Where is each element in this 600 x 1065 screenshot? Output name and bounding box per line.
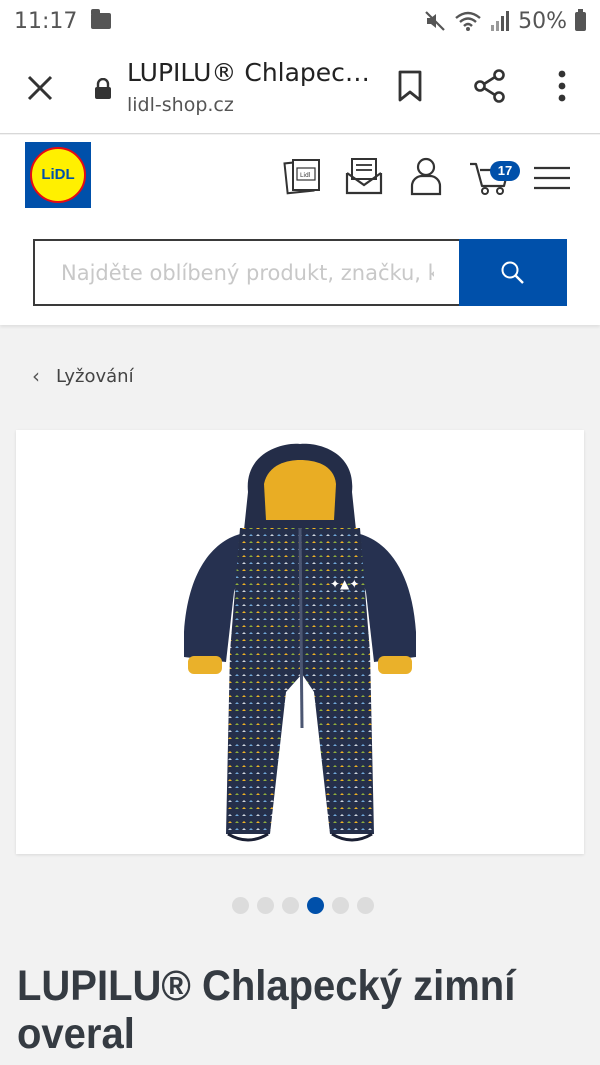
carousel-dot[interactable] — [282, 897, 299, 914]
carousel-dot[interactable] — [357, 897, 374, 914]
carousel-dots[interactable] — [232, 897, 374, 914]
status-time: 11:17 — [14, 8, 78, 34]
product-image-gallery[interactable]: ✦▲✦ — [16, 430, 584, 854]
battery-icon — [575, 8, 586, 31]
carousel-dot[interactable] — [307, 897, 324, 914]
search-input[interactable] — [35, 241, 460, 304]
lidl-logo-ring: LiDL — [30, 147, 86, 203]
svg-text:Lidl: Lidl — [300, 172, 311, 179]
status-bar: 11:17 50% — [0, 0, 600, 42]
carousel-dot[interactable] — [232, 897, 249, 914]
svg-text:✦▲✦: ✦▲✦ — [330, 577, 359, 591]
page-domain[interactable]: lidl-shop.cz — [127, 94, 234, 116]
mute-icon — [425, 11, 445, 31]
chevron-left-icon: ‹ — [32, 364, 40, 388]
status-right: 50% — [424, 8, 586, 34]
search-icon — [501, 261, 524, 284]
close-tab-button[interactable] — [22, 70, 58, 106]
lock-icon — [95, 78, 111, 99]
share-button[interactable] — [472, 68, 508, 104]
product-title: LUPILU® Chlapecký zimní overal — [17, 962, 516, 1058]
cart-count-badge[interactable]: 17 — [490, 161, 520, 181]
breadcrumb[interactable]: ‹ Lyžování — [32, 364, 134, 388]
bookmark-button[interactable] — [396, 68, 424, 104]
page-title[interactable]: LUPILU® Chlapec… — [127, 58, 370, 87]
more-options-button[interactable] — [550, 68, 574, 104]
site-header: LiDL Lidl 17 — [0, 135, 600, 325]
search-field[interactable] — [33, 239, 460, 306]
newsletter-icon[interactable] — [344, 156, 384, 196]
leaflet-icon[interactable]: Lidl — [283, 156, 323, 196]
lidl-logo[interactable]: LiDL — [25, 142, 91, 208]
breadcrumb-category[interactable]: Lyžování — [56, 366, 134, 387]
search-button[interactable] — [459, 239, 567, 306]
carousel-dot[interactable] — [332, 897, 349, 914]
wifi-icon — [455, 11, 481, 31]
lidl-logo-text: LiDL — [41, 166, 75, 183]
battery-percent: 50% — [518, 8, 567, 34]
carousel-dot[interactable] — [257, 897, 274, 914]
hamburger-menu-icon[interactable] — [534, 165, 570, 191]
signal-icon — [491, 11, 510, 31]
browser-toolbar: LUPILU® Chlapec… lidl-shop.cz — [0, 42, 600, 134]
folder-icon — [91, 9, 112, 29]
user-account-icon[interactable] — [406, 156, 446, 196]
product-image: ✦▲✦ — [184, 443, 416, 842]
